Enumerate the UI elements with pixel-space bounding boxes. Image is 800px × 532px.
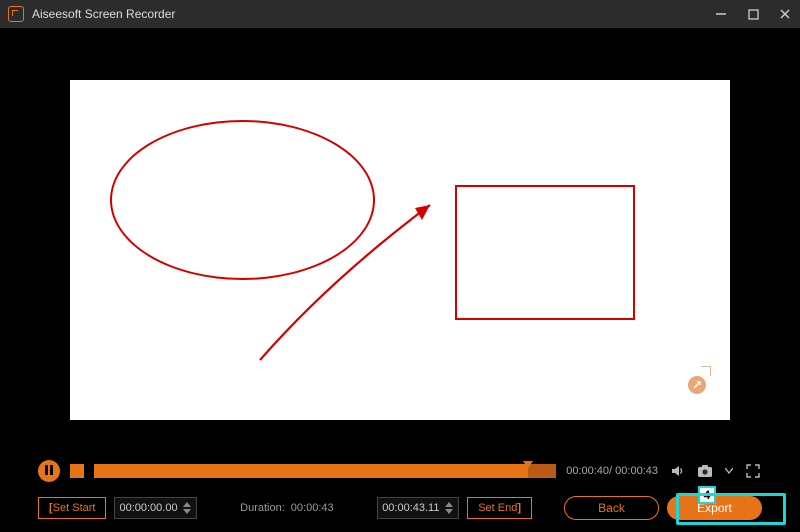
spin-down-icon[interactable] bbox=[182, 509, 192, 515]
maximize-icon[interactable] bbox=[746, 7, 760, 21]
current-time: 00:00:40 bbox=[566, 465, 609, 477]
app-logo-icon bbox=[8, 6, 24, 22]
annotation-ellipse bbox=[110, 120, 375, 280]
camera-dropdown-icon[interactable] bbox=[724, 462, 734, 480]
back-label: Back bbox=[598, 501, 625, 515]
preview-canvas bbox=[70, 80, 730, 420]
duration-group: Duration: 00:00:43 bbox=[205, 502, 370, 514]
playback-bar: 00:00:40/ 00:00:43 bbox=[20, 452, 780, 486]
minimize-icon[interactable] bbox=[714, 7, 728, 21]
start-time-field[interactable]: 00:00:00.00 bbox=[114, 497, 196, 519]
duration-value: 00:00:43 bbox=[291, 502, 334, 514]
pause-icon bbox=[44, 464, 54, 478]
set-end-button[interactable]: Set End bbox=[467, 497, 532, 519]
timeline-scrubber[interactable] bbox=[94, 464, 556, 478]
app-title: Aiseesoft Screen Recorder bbox=[32, 7, 175, 21]
start-time-spinner bbox=[182, 502, 192, 515]
spin-down-icon[interactable] bbox=[444, 509, 454, 515]
video-preview[interactable] bbox=[20, 48, 780, 452]
expand-badge-icon[interactable] bbox=[688, 376, 706, 394]
set-start-button[interactable]: Set Start bbox=[38, 497, 106, 519]
total-time: 00:00:43 bbox=[615, 465, 658, 477]
titlebar: Aiseesoft Screen Recorder bbox=[0, 0, 800, 28]
app-window: Aiseesoft Screen Recorder bbox=[0, 0, 800, 532]
titlebar-left: Aiseesoft Screen Recorder bbox=[8, 6, 175, 22]
start-time-value: 00:00:00.00 bbox=[119, 502, 177, 514]
duration-label: Duration: bbox=[240, 502, 285, 514]
close-icon[interactable] bbox=[778, 7, 792, 21]
resize-corner-icon bbox=[701, 366, 711, 376]
step-callout-4: 4 bbox=[698, 486, 716, 504]
time-display: 00:00:40/ 00:00:43 bbox=[566, 465, 658, 477]
pause-button[interactable] bbox=[38, 460, 60, 482]
end-time-value: 00:00:43.11 bbox=[382, 502, 440, 514]
content-area: 00:00:40/ 00:00:43 Set bbox=[0, 28, 800, 532]
window-controls bbox=[714, 7, 792, 21]
set-start-label: Set Start bbox=[53, 502, 96, 514]
annotation-rectangle bbox=[455, 185, 635, 320]
trim-bar: Set Start 00:00:00.00 Duration: 00:00:43… bbox=[20, 486, 780, 532]
volume-icon[interactable] bbox=[668, 462, 686, 480]
spin-up-icon[interactable] bbox=[444, 502, 454, 508]
end-time-field[interactable]: 00:00:43.11 bbox=[377, 497, 459, 519]
fullscreen-icon[interactable] bbox=[744, 462, 762, 480]
camera-icon[interactable] bbox=[696, 462, 714, 480]
spin-up-icon[interactable] bbox=[182, 502, 192, 508]
timeline-fill bbox=[94, 464, 528, 478]
end-time-spinner bbox=[444, 502, 454, 515]
timeline-handle-icon[interactable] bbox=[523, 461, 533, 468]
back-button[interactable]: Back bbox=[564, 496, 659, 520]
playback-right-controls bbox=[668, 462, 762, 480]
stop-button[interactable] bbox=[70, 464, 84, 478]
set-end-label: Set End bbox=[478, 502, 517, 514]
